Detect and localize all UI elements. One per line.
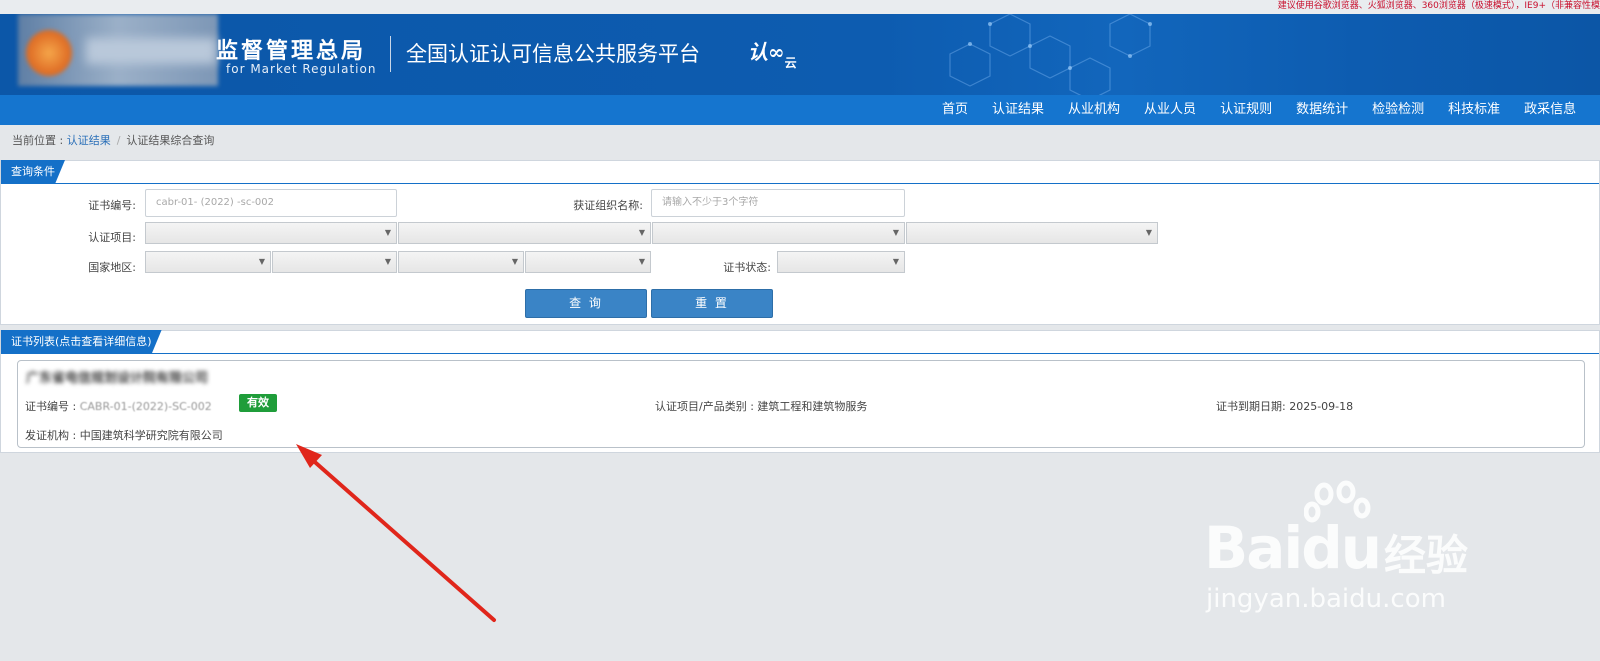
org-name-label: 获证组织名称:	[573, 199, 643, 212]
status-select[interactable]: ▼	[777, 251, 905, 273]
platform-logo-main: 认	[748, 40, 768, 64]
region-select-3[interactable]: ▼	[398, 251, 524, 273]
issuer-row: 发证机构 : 中国建筑科学研究院有限公司	[25, 427, 223, 443]
nav-item-personnel[interactable]: 从业人员	[1132, 95, 1208, 125]
query-panel-title: 查询条件	[1, 160, 65, 184]
breadcrumb-separator: /	[116, 134, 121, 147]
expiry-row-label: 证书到期日期:	[1216, 400, 1290, 413]
project-row-label: 认证项目/产品类别 :	[655, 400, 758, 413]
national-emblem-icon	[26, 30, 72, 76]
project-select-4[interactable]: ▼	[906, 222, 1158, 244]
region-select-2[interactable]: ▼	[272, 251, 397, 273]
site-banner: 监督管理总局 for Market Regulation 全国认证认可信息公共服…	[0, 14, 1600, 95]
nav-item-inspection[interactable]: 检验检测	[1360, 95, 1436, 125]
chevron-down-icon: ▼	[638, 228, 645, 237]
company-name[interactable]: 广东省电信规划设计院有限公司	[26, 367, 208, 386]
header-divider	[390, 36, 391, 72]
watermark-brand-du: du	[1301, 514, 1382, 582]
chevron-down-icon: ▼	[1145, 228, 1152, 237]
browser-notice: 建议使用谷歌浏览器、火狐浏览器、360浏览器（极速模式），IE9+（非兼容性模	[1277, 1, 1600, 11]
project-row-value: 建筑工程和建筑物服务	[757, 400, 868, 413]
project-select-3[interactable]: ▼	[652, 222, 905, 244]
chevron-down-icon: ▼	[892, 257, 899, 266]
watermark-brand: Baidu	[1204, 514, 1382, 582]
top-strip: 建议使用谷歌浏览器、火狐浏览器、360浏览器（极速模式），IE9+（非兼容性模	[0, 0, 1600, 14]
chevron-down-icon: ▼	[384, 228, 391, 237]
reset-button[interactable]: 重 置	[651, 289, 773, 318]
cert-no-row-value: CABR-01-(2022)-SC-002	[79, 400, 212, 413]
platform-logo: 认∞云	[748, 40, 797, 70]
nav-item-standards[interactable]: 科技标准	[1436, 95, 1512, 125]
chevron-down-icon: ▼	[511, 257, 518, 266]
breadcrumb-prefix: 当前位置 :	[12, 134, 67, 147]
query-panel: 查询条件 证书编号: cabr-01- (2022) -sc-002 获证组织名…	[0, 160, 1600, 325]
issuer-row-label: 发证机构 :	[25, 429, 80, 442]
result-panel-title: 证书列表(点击查看详细信息)	[1, 330, 162, 354]
issuer-row-value: 中国建筑科学研究院有限公司	[79, 429, 223, 442]
cert-no-row: 证书编号 : CABR-01-(2022)-SC-002	[25, 398, 212, 414]
watermark-brand-bai: Bai	[1204, 514, 1303, 582]
agency-name-cn: 监督管理总局	[216, 39, 367, 64]
baidu-jingyan-watermark: Baidu 经验 jingyan.baidu.com	[1204, 480, 1494, 620]
nav-item-institutions[interactable]: 从业机构	[1056, 95, 1132, 125]
panel-header-line	[1, 353, 1599, 354]
nav-item-rules[interactable]: 认证规则	[1208, 95, 1284, 125]
cert-no-row-label: 证书编号 :	[25, 400, 80, 413]
query-button[interactable]: 查 询	[525, 289, 647, 318]
project-select-2[interactable]: ▼	[398, 222, 651, 244]
chevron-down-icon: ▼	[384, 257, 391, 266]
project-select-1[interactable]: ▼	[145, 222, 397, 244]
result-panel: 证书列表(点击查看详细信息) 广东省电信规划设计院有限公司 证书编号 : CAB…	[0, 330, 1600, 453]
nav-item-statistics[interactable]: 数据统计	[1284, 95, 1360, 125]
breadcrumb-link[interactable]: 认证结果	[67, 134, 111, 147]
chevron-down-icon: ▼	[638, 257, 645, 266]
cert-no-label: 证书编号:	[88, 199, 136, 212]
status-label: 证书状态:	[723, 261, 771, 274]
agency-name-en: for Market Regulation	[226, 62, 377, 76]
expiry-row: 证书到期日期: 2025-09-18	[1216, 398, 1353, 414]
nav-item-home[interactable]: 首页	[930, 95, 980, 125]
region-select-1[interactable]: ▼	[145, 251, 271, 273]
chevron-down-icon: ▼	[258, 257, 265, 266]
cert-result-card[interactable]: 广东省电信规划设计院有限公司 证书编号 : CABR-01-(2022)-SC-…	[17, 360, 1585, 448]
expiry-row-value: 2025-09-18	[1289, 400, 1354, 413]
hexagon-decoration	[949, 14, 1152, 95]
project-row: 认证项目/产品类别 : 建筑工程和建筑物服务	[655, 398, 867, 414]
blurred-logo-text	[86, 38, 216, 64]
arrow-shaft	[306, 454, 496, 622]
main-nav: 首页 认证结果 从业机构 从业人员 认证规则 数据统计 检验检测 科技标准 政采…	[0, 95, 1600, 125]
breadcrumb: 当前位置 : 认证结果 / 认证结果综合查询	[12, 132, 214, 148]
watermark-brand-cn: 经验	[1384, 531, 1469, 580]
org-name-input[interactable]: 请输入不少于3个字符	[651, 189, 905, 217]
panel-header-line	[1, 183, 1599, 184]
chevron-down-icon: ▼	[892, 228, 899, 237]
region-label: 国家地区:	[88, 261, 136, 274]
nav-item-cert-results[interactable]: 认证结果	[980, 95, 1056, 125]
platform-title: 全国认证认可信息公共服务平台	[406, 42, 700, 66]
cert-no-input[interactable]: cabr-01- (2022) -sc-002	[145, 189, 397, 217]
breadcrumb-current: 认证结果综合查询	[126, 134, 215, 147]
platform-logo-sub: 云	[784, 56, 797, 70]
watermark-url: jingyan.baidu.com	[1206, 584, 1446, 614]
project-label: 认证项目:	[88, 231, 136, 244]
region-select-4[interactable]: ▼	[525, 251, 651, 273]
nav-item-procurement[interactable]: 政采信息	[1512, 95, 1588, 125]
status-badge: 有效	[239, 394, 277, 412]
